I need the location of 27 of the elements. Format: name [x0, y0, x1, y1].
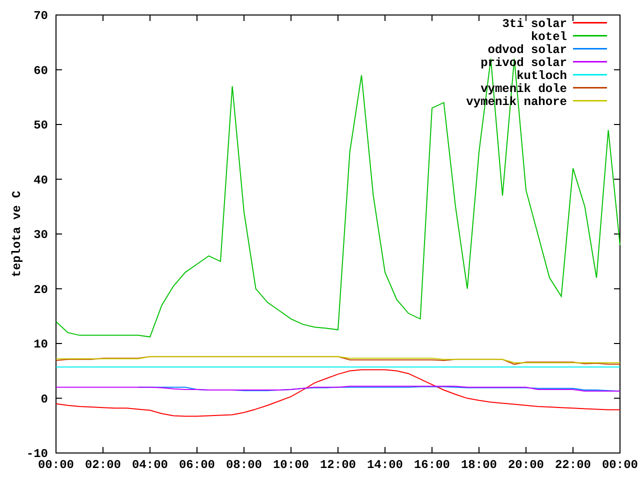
axis-tick-label: 20: [34, 282, 48, 297]
axis-tick-label: 00:00: [38, 458, 74, 472]
axis-tick-label: 0: [40, 392, 48, 406]
axis-tick-label: 04:00: [132, 458, 168, 472]
axis-tick-label: 40: [34, 173, 48, 188]
axis-tick-label: 00:00: [602, 458, 638, 472]
legend-label: kotel: [530, 30, 567, 44]
legend-label: kutloch: [516, 69, 567, 83]
axis-tick-label: 06:00: [179, 458, 215, 472]
axis-tick-label: 30: [34, 228, 48, 242]
axis-tick-label: 50: [34, 118, 48, 132]
axis-tick-label: 12:00: [320, 458, 356, 472]
axis-title: teplota ve C: [10, 190, 24, 278]
axis-tick-label: 02:00: [85, 458, 121, 472]
legend-label: odvod solar: [488, 43, 567, 57]
axis-tick-label: 20:00: [508, 458, 544, 472]
axis-tick-label: 10: [34, 338, 48, 352]
axis-tick-label: 18:00: [461, 458, 497, 472]
axis-tick-label: 60: [34, 64, 48, 78]
axis-tick-label: 22:00: [555, 458, 591, 472]
legend-label: 3ti solar: [502, 17, 567, 31]
axis-tick-label: 16:00: [414, 458, 450, 472]
axis-tick-label: 70: [34, 9, 48, 23]
axis-tick-label: 08:00: [226, 458, 262, 472]
axis-tick-label: 14:00: [367, 458, 403, 472]
axis-tick-label: -10: [26, 447, 48, 461]
axis-tick-label: 10:00: [273, 458, 309, 472]
